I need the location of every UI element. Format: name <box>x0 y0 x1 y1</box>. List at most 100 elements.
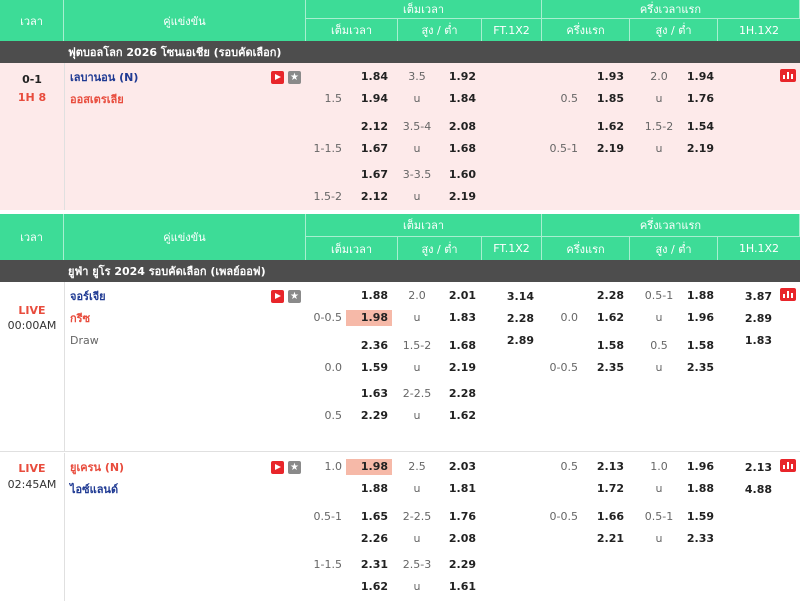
ft-ou-odds[interactable]: 2.19 <box>436 361 476 375</box>
ft-handicap-odds[interactable]: 1.67 <box>346 168 388 182</box>
ft-handicap-odds[interactable]: 2.29 <box>346 409 388 423</box>
ft-ou-odds[interactable]: 1.60 <box>436 168 476 182</box>
1h-handicap-odds[interactable]: 1.93 <box>582 70 624 84</box>
ft-ou-odds[interactable]: 1.84 <box>436 92 476 106</box>
ft-handicap-line: 0.5 <box>324 409 343 422</box>
away-team[interactable]: ไอซ์แลนด์ <box>70 483 118 497</box>
1h-handicap-odds[interactable]: 1.66 <box>582 510 624 524</box>
1h-handicap-odds[interactable]: 1.72 <box>582 482 624 496</box>
ft-handicap-odds[interactable]: 1.84 <box>346 70 388 84</box>
ft-1x2-away[interactable]: 2.28 <box>482 312 534 326</box>
1h-handicap-odds[interactable]: 2.13 <box>582 460 624 474</box>
header-fulltime: เต็มเวลา <box>306 0 542 18</box>
header-firsthalf: ครึ่งเวลาแรก <box>542 0 800 18</box>
1h-1x2-home[interactable]: 2.13 <box>718 461 772 475</box>
ft-handicap-odds[interactable]: 1.94 <box>346 92 388 106</box>
1h-ou-odds[interactable]: 2.19 <box>676 142 714 156</box>
ft-ou-odds[interactable]: 1.68 <box>436 339 476 353</box>
1h-ou-odds[interactable]: 1.96 <box>676 311 714 325</box>
header-ft-ou: สูง / ต่ำ <box>398 19 482 41</box>
ft-handicap-odds[interactable]: 1.67 <box>346 142 388 156</box>
1h-handicap-line: 0.0 <box>560 311 579 324</box>
stats-chart-icon[interactable] <box>780 288 796 301</box>
ft-handicap-odds[interactable]: 2.31 <box>346 558 388 572</box>
1h-1x2-home[interactable]: 3.87 <box>718 290 772 304</box>
ft-ou-odds[interactable]: 1.76 <box>436 510 476 524</box>
header-ft-1x2: FT.1X2 <box>482 19 542 41</box>
ft-handicap-odds[interactable]: 1.98 <box>346 310 392 326</box>
header-match: คู่แข่งขัน <box>64 0 306 41</box>
1h-ou-odds[interactable]: 1.76 <box>676 92 714 106</box>
ft-handicap-odds[interactable]: 1.88 <box>346 482 388 496</box>
1h-handicap-odds[interactable]: 1.62 <box>582 311 624 325</box>
league-bar[interactable]: ยูฟ่า ยูโร 2024 รอบคัดเลือก (เพลย์ออฟ) <box>0 260 800 282</box>
ft-1x2-home[interactable]: 3.14 <box>482 290 534 304</box>
favorite-star-icon[interactable]: ★ <box>288 461 301 474</box>
1h-ou-odds[interactable]: 1.96 <box>676 460 714 474</box>
ft-ou-odds[interactable]: 2.01 <box>436 289 476 303</box>
1h-1x2-away[interactable]: 4.88 <box>718 483 772 497</box>
1h-ou-line: u <box>655 482 663 495</box>
away-team[interactable]: กรีซ <box>70 312 90 326</box>
ft-handicap-odds[interactable]: 1.65 <box>346 510 388 524</box>
ft-1x2-draw[interactable]: 2.89 <box>482 334 534 348</box>
1h-ou-odds[interactable]: 1.58 <box>676 339 714 353</box>
stats-chart-icon[interactable] <box>780 459 796 472</box>
ft-handicap-odds[interactable]: 2.36 <box>346 339 388 353</box>
stats-chart-icon[interactable] <box>780 69 796 82</box>
1h-handicap-odds[interactable]: 1.62 <box>582 120 624 134</box>
away-team[interactable]: ออสเตรเลีย <box>70 93 124 107</box>
ft-handicap-odds[interactable]: 2.12 <box>346 190 388 204</box>
1h-handicap-odds[interactable]: 1.85 <box>582 92 624 106</box>
1h-ou-odds[interactable]: 1.94 <box>676 70 714 84</box>
1h-ou-odds[interactable]: 1.54 <box>676 120 714 134</box>
ft-handicap-odds[interactable]: 1.62 <box>346 580 388 594</box>
ft-handicap-odds[interactable]: 1.63 <box>346 387 388 401</box>
league-bar[interactable]: ฟุตบอลโลก 2026 โซนเอเชีย (รอบคัดเลือก) <box>0 41 800 63</box>
ft-ou-line: u <box>413 92 421 105</box>
league-name: ยูฟ่า ยูโร 2024 รอบคัดเลือก (เพลย์ออฟ) <box>68 265 266 278</box>
1h-ou-odds[interactable]: 1.88 <box>676 482 714 496</box>
home-team[interactable]: ยูเครน (N) <box>70 461 124 475</box>
favorite-star-icon[interactable]: ★ <box>288 71 301 84</box>
ft-handicap-line: 1-1.5 <box>313 142 342 155</box>
1h-handicap-odds[interactable]: 2.21 <box>582 532 624 546</box>
ft-ou-odds[interactable]: 2.29 <box>436 558 476 572</box>
ft-ou-odds[interactable]: 2.03 <box>436 460 476 474</box>
ft-handicap-odds[interactable]: 2.12 <box>346 120 388 134</box>
ft-ou-odds[interactable]: 1.61 <box>436 580 476 594</box>
ft-ou-odds[interactable]: 2.08 <box>436 120 476 134</box>
ft-ou-odds[interactable]: 1.62 <box>436 409 476 423</box>
1h-1x2-away[interactable]: 2.89 <box>718 312 772 326</box>
ft-ou-odds[interactable]: 1.68 <box>436 142 476 156</box>
1h-ou-odds[interactable]: 2.35 <box>676 361 714 375</box>
ft-ou-odds[interactable]: 1.81 <box>436 482 476 496</box>
1h-handicap-odds[interactable]: 2.35 <box>582 361 624 375</box>
1h-ou-odds[interactable]: 1.59 <box>676 510 714 524</box>
ft-ou-odds[interactable]: 2.08 <box>436 532 476 546</box>
play-video-icon[interactable] <box>271 71 284 84</box>
1h-handicap-odds[interactable]: 1.58 <box>582 339 624 353</box>
ft-handicap-line: 0-0.5 <box>313 311 342 324</box>
1h-1x2-draw[interactable]: 1.83 <box>718 334 772 348</box>
1h-ou-odds[interactable]: 2.33 <box>676 532 714 546</box>
ft-handicap-odds[interactable]: 1.98 <box>346 459 392 475</box>
1h-handicap-odds[interactable]: 2.19 <box>582 142 624 156</box>
header-1h-1x2: 1H.1X2 <box>738 23 780 37</box>
1h-handicap-odds[interactable]: 2.28 <box>582 289 624 303</box>
play-video-icon[interactable] <box>271 461 284 474</box>
play-video-icon[interactable] <box>271 290 284 303</box>
ft-ou-odds[interactable]: 2.28 <box>436 387 476 401</box>
favorite-star-icon[interactable]: ★ <box>288 290 301 303</box>
ft-handicap-odds[interactable]: 1.88 <box>346 289 388 303</box>
ft-ou-odds[interactable]: 1.92 <box>436 70 476 84</box>
league-name: ฟุตบอลโลก 2026 โซนเอเชีย (รอบคัดเลือก) <box>68 46 282 59</box>
1h-ou-odds[interactable]: 1.88 <box>676 289 714 303</box>
match-row: LIVE 02:45AM ยูเครน (N) ไอซ์แลนด์ ★ 2.13… <box>0 453 800 601</box>
ft-ou-odds[interactable]: 1.83 <box>436 311 476 325</box>
ft-ou-odds[interactable]: 2.19 <box>436 190 476 204</box>
ft-handicap-odds[interactable]: 1.59 <box>346 361 388 375</box>
home-team[interactable]: จอร์เจีย <box>70 290 106 304</box>
home-team[interactable]: เลบานอน (N) <box>70 71 138 85</box>
ft-handicap-odds[interactable]: 2.26 <box>346 532 388 546</box>
